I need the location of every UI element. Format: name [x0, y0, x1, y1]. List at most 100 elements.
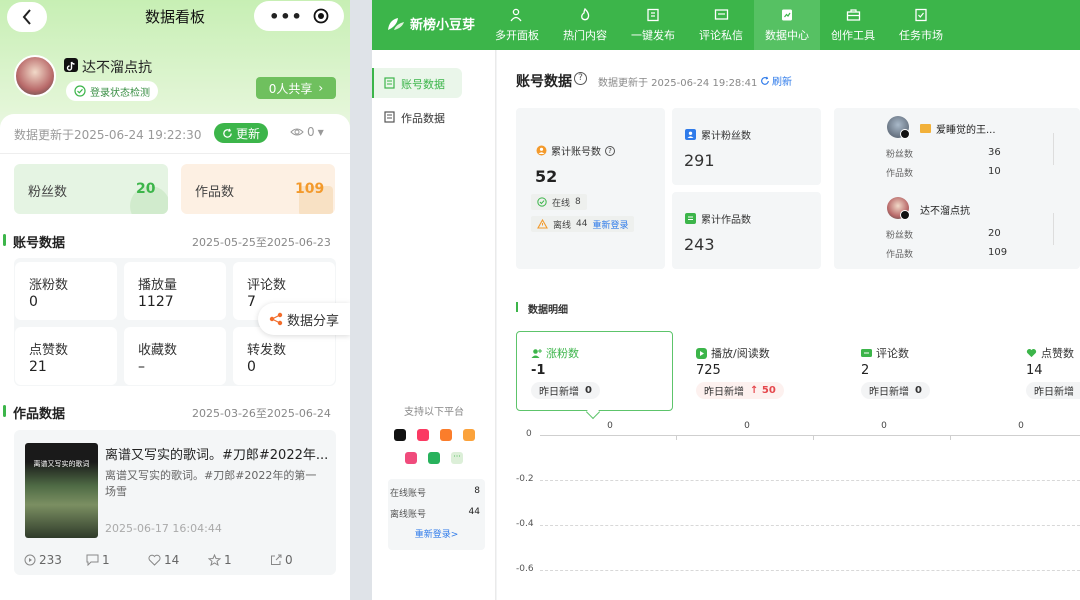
offline-chip-label: 离线 — [553, 220, 572, 231]
wechat-platform-icon[interactable] — [428, 452, 440, 464]
metric-card-likes[interactable]: 点赞数 14 昨日新增 — [1011, 331, 1080, 411]
nav-label: 热门内容 — [563, 29, 607, 42]
stat-value: 0 — [29, 294, 38, 310]
avatar — [14, 55, 56, 97]
share-count-button[interactable]: 0人共享 › — [256, 77, 336, 99]
stat-likes: 点赞数 21 — [15, 327, 117, 385]
metric-sub: 昨日新增 0 — [531, 382, 600, 399]
sidebar-item-label: 账号数据 — [401, 78, 445, 91]
metric-header: 点赞数 — [1026, 345, 1074, 361]
main-title: 账号数据 — [516, 74, 572, 90]
sidebar-relogin-link[interactable]: 重新登录> — [388, 527, 485, 540]
total-accounts-header: 累计账号数 ? — [536, 143, 615, 158]
offline-accounts-value: 44 — [468, 507, 480, 517]
data-clipboard-icon — [782, 9, 792, 21]
total-accounts-label: 累计账号数 — [551, 147, 601, 158]
nav-task-market[interactable]: 任务市场 — [892, 0, 950, 50]
eye-icon — [290, 128, 304, 136]
nav-label: 数据中心 — [765, 29, 809, 42]
brand-logo: 新榜小豆芽 — [386, 14, 475, 33]
stat-label: 播放量 — [138, 278, 178, 293]
douyin-platform-icon[interactable] — [394, 429, 406, 441]
platforms-title: 支持以下平台 — [404, 407, 464, 418]
xiaohongshu-platform-icon[interactable] — [405, 452, 417, 464]
main-refresh-link[interactable]: 刷新 — [760, 73, 792, 88]
refresh-button[interactable]: 更新 — [214, 123, 268, 143]
star-icon — [208, 554, 221, 566]
relogin-link[interactable]: 重新登录 — [592, 218, 628, 231]
nav-one-click-publish[interactable]: 一键发布 — [624, 0, 682, 50]
metric-value: -1 — [531, 363, 546, 378]
profile-name: 达不溜点抗 — [82, 60, 152, 76]
stat-favorites: 收藏数 – — [124, 327, 226, 385]
offline-accounts-label: 离线账号 — [390, 510, 427, 520]
total-fans-label: 累计粉丝数 — [701, 131, 751, 142]
sidebar-item-account-data[interactable]: 账号数据 — [372, 68, 462, 98]
more-platforms-icon[interactable]: ··· — [451, 452, 463, 464]
task-icon — [915, 8, 927, 22]
online-chip: 在线 8 — [531, 194, 587, 210]
video-channel-platform-icon[interactable] — [463, 429, 475, 441]
comment-icon — [86, 554, 99, 566]
metric-card-comments[interactable]: 评论数 2 昨日新增 0 — [846, 331, 1003, 411]
metric-sub: 昨日新增 0 — [861, 382, 930, 399]
account-fans-label: 粉丝数 — [886, 231, 914, 241]
user-square-icon — [685, 129, 696, 140]
account-works-value: 10 — [988, 166, 1001, 177]
stat-label: 涨粉数 — [29, 278, 69, 293]
total-fans-value: 291 — [684, 151, 715, 170]
nav-multi-panel[interactable]: 多开面板 — [488, 0, 546, 50]
work-date: 2025-06-17 16:04:44 — [105, 522, 222, 535]
nav-data-center[interactable]: 数据中心 — [754, 0, 820, 50]
nav-comments-messages[interactable]: 评论私信 — [692, 0, 750, 50]
help-icon[interactable]: ? — [605, 145, 615, 156]
account-works-label: 作品数 — [886, 250, 914, 260]
metric-card-fans-gain[interactable]: 涨粉数 -1 昨日新增 0 — [516, 331, 673, 411]
capsule-menu[interactable]: ••• — [254, 1, 344, 31]
chevron-right-icon: › — [318, 81, 324, 95]
nav-hot-content[interactable]: 热门内容 — [556, 0, 614, 50]
metric-sub-value: 0 — [915, 385, 922, 396]
share-count-label: 0人共享 — [268, 81, 313, 96]
more-dots-icon[interactable]: ••• — [269, 7, 303, 26]
nav-label: 创作工具 — [831, 29, 875, 42]
brand-name: 新榜小豆芽 — [410, 18, 476, 33]
stat-label: 转发数 — [247, 343, 287, 358]
warning-icon — [537, 219, 548, 229]
divider — [1053, 133, 1054, 165]
accounts-list-card: 爱睡觉的王... 粉丝数 36 作品数 10 达不溜点抗 粉丝数 20 作品数 … — [834, 108, 1080, 269]
account-status-box: 在线账号 8 离线账号 44 重新登录> — [388, 479, 485, 550]
total-fans-header: 累计粉丝数 — [685, 127, 751, 142]
work-description: 离谱又写实的歌词。#刀郎#2022年的第一场雪 — [105, 469, 317, 498]
account-date-range: 2025-05-25至2025-06-23 — [192, 236, 331, 249]
metric-sub: 昨日新增 — [1026, 382, 1080, 399]
metric-sub: 昨日新增 ↑ 50 — [696, 382, 784, 399]
refresh-icon — [761, 76, 769, 85]
nav-label: 多开面板 — [495, 29, 539, 42]
nav-creative-tools[interactable]: 创作工具 — [824, 0, 882, 50]
sidebar-item-works-data[interactable]: 作品数据 — [372, 102, 492, 132]
help-icon[interactable]: ? — [574, 72, 587, 85]
account-badge-icon — [536, 145, 547, 156]
work-thumbnail[interactable]: 离谱又写实的歌词 — [25, 443, 98, 538]
account-fans-value: 20 — [988, 228, 1001, 239]
login-check-button[interactable]: 登录状态检测 — [66, 81, 158, 101]
offline-chip-value: 44 — [576, 219, 588, 229]
weibo-platform-icon[interactable] — [440, 429, 452, 441]
stat-shares: 转发数 0 — [233, 327, 335, 385]
metric-sub-trend: ↑ 50 — [750, 385, 776, 396]
stat-label: 评论数 — [247, 278, 287, 293]
metric-card-plays[interactable]: 播放/阅读数 725 昨日新增 ↑ 50 — [681, 331, 838, 411]
comments-count: 1 — [102, 553, 110, 567]
close-circle-icon[interactable] — [313, 8, 329, 24]
views-count: 0 — [307, 125, 315, 139]
refresh-icon — [223, 128, 232, 138]
offline-chip: 离线 44 重新登录 — [531, 216, 635, 232]
metric-value: 725 — [696, 363, 721, 378]
account-doc-icon — [384, 77, 395, 89]
data-share-float-button[interactable]: 数据分享 — [258, 303, 350, 335]
kuaishou-platform-icon[interactable] — [417, 429, 429, 441]
views-dropdown[interactable]: 0 ▼ — [290, 125, 324, 139]
metric-sub-label: 昨日新增 — [869, 387, 909, 398]
stat-fans-gain: 涨粉数 0 — [15, 262, 117, 320]
